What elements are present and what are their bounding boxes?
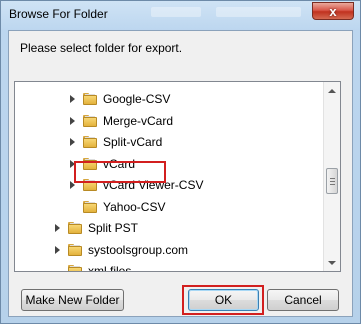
scroll-down-button[interactable] <box>324 254 340 271</box>
title-bar-shadow <box>151 7 201 17</box>
folder-icon <box>83 136 97 148</box>
tree-item[interactable]: Split PST <box>55 217 138 239</box>
tree-item[interactable]: Split-vCard <box>70 131 162 153</box>
expand-arrow-icon[interactable] <box>70 95 75 103</box>
tree-item[interactable]: systoolsgroup.com <box>55 239 188 261</box>
arrow-down-icon <box>328 260 336 265</box>
dialog-prompt: Please select folder for export. <box>20 41 183 55</box>
grip-line <box>330 181 335 182</box>
expand-arrow-icon[interactable] <box>55 224 60 232</box>
expand-arrow-icon[interactable] <box>70 138 75 146</box>
expand-arrow-icon[interactable] <box>55 245 60 254</box>
folder-icon <box>83 93 97 105</box>
tree-item[interactable]: Merge-vCard <box>70 110 173 132</box>
tree-item-label: Google-CSV <box>103 92 171 106</box>
tree-item-label: Split PST <box>88 221 139 235</box>
browse-for-folder-dialog: Browse For Folder x Please select folder… <box>0 0 361 324</box>
tree-item-label: Split-vCard <box>103 135 163 149</box>
ok-button-highlight <box>182 285 264 315</box>
grip-line <box>330 178 335 179</box>
folder-icon <box>68 222 82 234</box>
tree-item-label: systoolsgroup.com <box>88 242 189 257</box>
close-button[interactable]: x <box>312 2 354 20</box>
tree-scrollbar[interactable] <box>323 82 340 271</box>
folder-tree[interactable]: Google-CSV Merge-vCard Split-vCard vCard vCa… <box>14 81 341 272</box>
arrow-up-icon <box>328 88 336 93</box>
make-new-folder-label: Make New Folder <box>25 293 120 307</box>
cancel-button[interactable]: Cancel <box>267 289 339 311</box>
window-title: Browse For Folder <box>9 7 108 21</box>
grip-line <box>330 184 335 185</box>
tree-item[interactable]: xml files <box>55 260 132 272</box>
folder-icon <box>83 114 97 127</box>
scroll-thumb[interactable] <box>326 168 338 194</box>
make-new-folder-button[interactable]: Make New Folder <box>21 289 124 311</box>
cancel-label: Cancel <box>284 293 322 307</box>
folder-icon <box>68 243 82 256</box>
tree-item-label: xml files <box>88 264 132 272</box>
title-bar[interactable]: Browse For Folder x <box>1 1 360 27</box>
folder-icon <box>83 200 97 213</box>
tree-item[interactable]: Google-CSV <box>70 88 170 110</box>
folder-icon <box>68 265 82 271</box>
close-icon: x <box>329 3 337 19</box>
selected-folder-highlight <box>74 161 166 183</box>
title-bar-shadow <box>216 7 301 17</box>
expand-arrow-icon[interactable] <box>70 116 75 125</box>
tree-item-label: Yahoo-CSV <box>103 199 166 214</box>
tree-item-label: Merge-vCard <box>103 113 174 128</box>
tree-item[interactable]: Yahoo-CSV <box>70 196 165 218</box>
scroll-up-button[interactable] <box>324 82 340 99</box>
